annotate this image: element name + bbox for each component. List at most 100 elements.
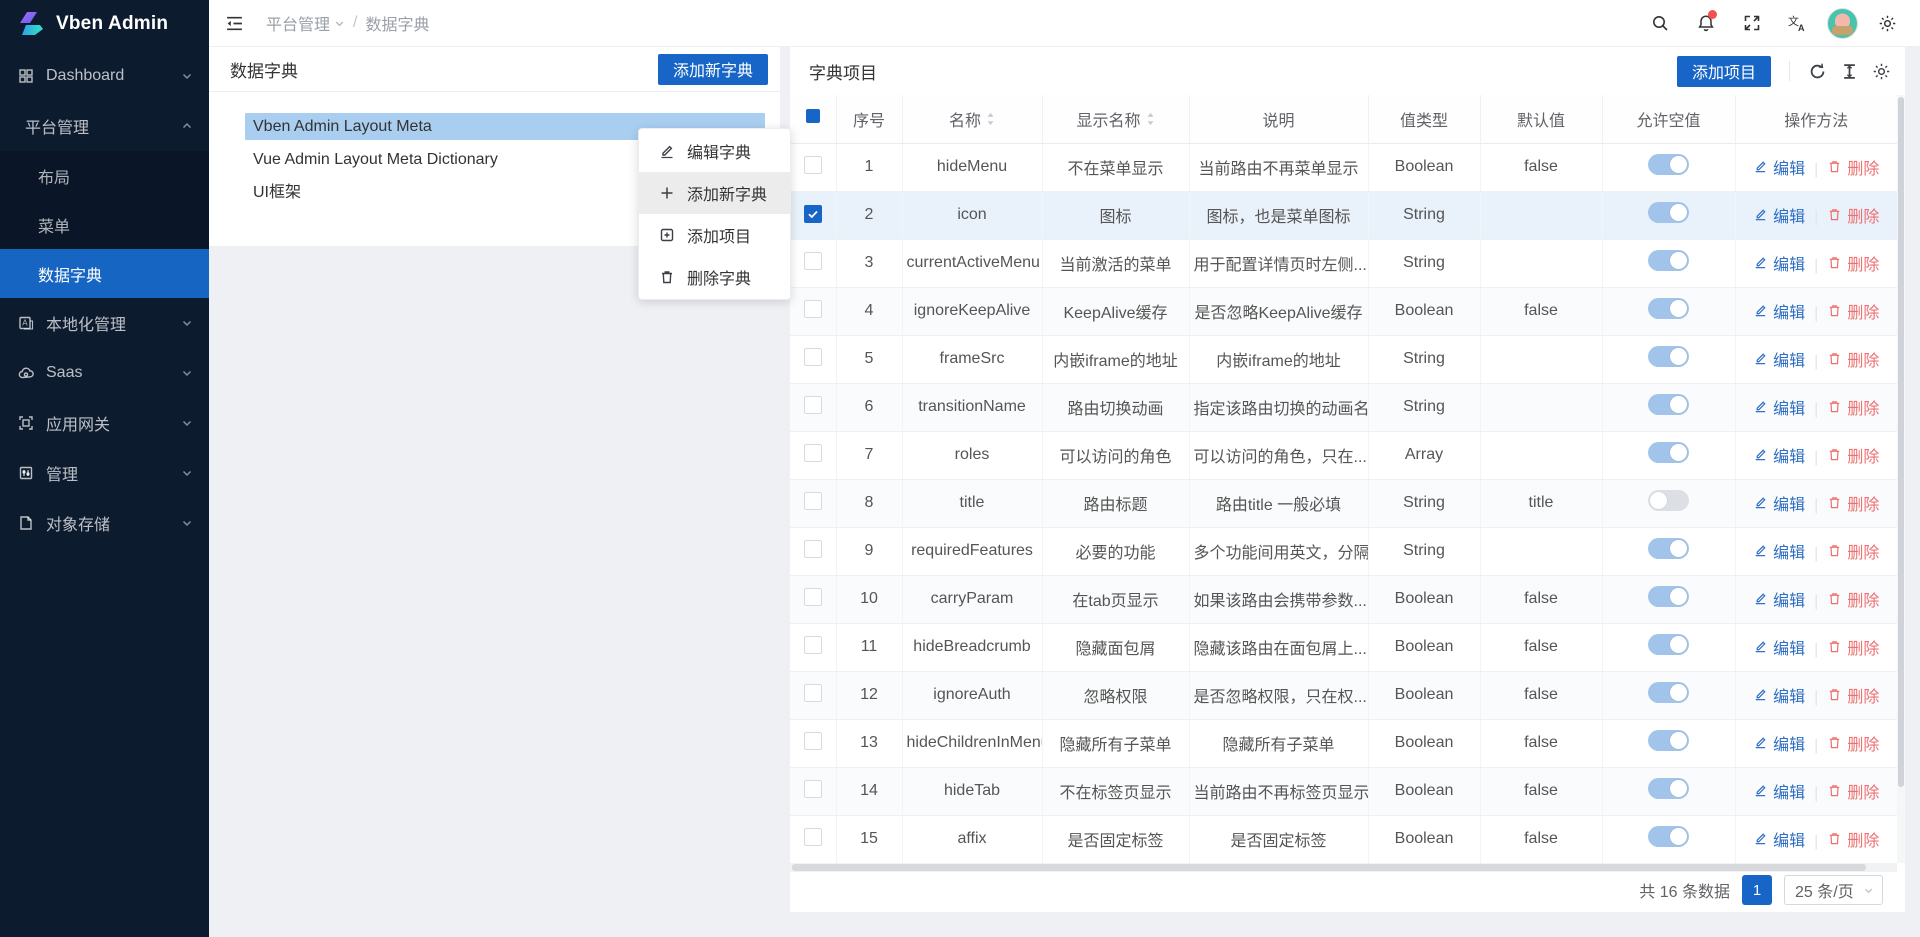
sidebar-item-menu-6[interactable]: 对象存储 bbox=[0, 498, 209, 548]
sort-icon[interactable] bbox=[1146, 112, 1155, 126]
delete-button[interactable]: 删除 bbox=[1827, 683, 1879, 707]
allow-null-toggle[interactable] bbox=[1648, 682, 1689, 703]
sidebar-item-menu-1[interactable]: 平台管理 bbox=[0, 101, 209, 151]
delete-button[interactable]: 删除 bbox=[1827, 347, 1879, 371]
delete-button[interactable]: 删除 bbox=[1827, 635, 1879, 659]
row-checkbox[interactable] bbox=[804, 156, 822, 174]
row-checkbox[interactable] bbox=[804, 252, 822, 270]
column-height-icon[interactable] bbox=[1841, 63, 1858, 80]
edit-button[interactable]: 编辑 bbox=[1753, 395, 1805, 419]
allow-null-toggle[interactable] bbox=[1648, 154, 1689, 175]
row-checkbox[interactable] bbox=[804, 396, 822, 414]
edit-button[interactable]: 编辑 bbox=[1753, 491, 1805, 515]
page-size-select[interactable]: 25 条/页 bbox=[1784, 875, 1883, 905]
row-checkbox[interactable] bbox=[804, 780, 822, 798]
add-item-button[interactable]: 添加项目 bbox=[1677, 56, 1771, 87]
delete-button[interactable]: 删除 bbox=[1827, 395, 1879, 419]
edit-button[interactable]: 编辑 bbox=[1753, 347, 1805, 371]
edit-button[interactable]: 编辑 bbox=[1753, 827, 1805, 851]
breadcrumb-item-platform[interactable]: 平台管理 bbox=[266, 11, 345, 35]
notification-bell-icon[interactable] bbox=[1689, 3, 1723, 43]
allow-null-toggle[interactable] bbox=[1648, 490, 1689, 511]
allow-null-toggle[interactable] bbox=[1648, 298, 1689, 319]
row-checkbox[interactable] bbox=[804, 636, 822, 654]
allow-null-toggle[interactable] bbox=[1648, 778, 1689, 799]
cell-name: affix bbox=[902, 815, 1042, 863]
allow-null-toggle[interactable] bbox=[1648, 394, 1689, 415]
delete-button[interactable]: 删除 bbox=[1827, 827, 1879, 851]
edit-button[interactable]: 编辑 bbox=[1753, 635, 1805, 659]
sidebar-item-menu-4[interactable]: 应用网关 bbox=[0, 398, 209, 448]
edit-button[interactable]: 编辑 bbox=[1753, 299, 1805, 323]
table-settings-icon[interactable] bbox=[1872, 62, 1891, 81]
allow-null-toggle[interactable] bbox=[1648, 826, 1689, 847]
row-checkbox[interactable] bbox=[804, 348, 822, 366]
sort-icon[interactable] bbox=[986, 112, 995, 126]
fullscreen-icon[interactable] bbox=[1735, 3, 1769, 43]
column-header-名称[interactable]: 名称 bbox=[902, 95, 1042, 143]
sidebar-subitem-布局[interactable]: 布局 bbox=[0, 151, 209, 200]
delete-button[interactable]: 删除 bbox=[1827, 587, 1879, 611]
allow-null-toggle[interactable] bbox=[1648, 634, 1689, 655]
sidebar-item-menu-5[interactable]: 管理 bbox=[0, 448, 209, 498]
sidebar-fold-icon[interactable] bbox=[225, 14, 244, 33]
allow-null-toggle[interactable] bbox=[1648, 730, 1689, 751]
edit-button[interactable]: 编辑 bbox=[1753, 779, 1805, 803]
context-menu-item-添加项目[interactable]: 添加项目 bbox=[639, 214, 790, 256]
allow-null-toggle[interactable] bbox=[1648, 586, 1689, 607]
delete-button[interactable]: 删除 bbox=[1827, 155, 1879, 179]
context-menu-item-编辑字典[interactable]: 编辑字典 bbox=[639, 130, 790, 172]
delete-button[interactable]: 删除 bbox=[1827, 539, 1879, 563]
add-dictionary-button[interactable]: 添加新字典 bbox=[658, 54, 768, 85]
translate-icon[interactable]: 文 A bbox=[1781, 3, 1815, 43]
allow-null-toggle[interactable] bbox=[1648, 346, 1689, 367]
row-checkbox[interactable] bbox=[804, 205, 822, 223]
edit-button[interactable]: 编辑 bbox=[1753, 683, 1805, 707]
user-avatar[interactable] bbox=[1827, 8, 1858, 39]
page-number-button[interactable]: 1 bbox=[1742, 875, 1772, 905]
row-checkbox[interactable] bbox=[804, 444, 822, 462]
edit-button[interactable]: 编辑 bbox=[1753, 203, 1805, 227]
edit-pencil-icon bbox=[1753, 495, 1768, 510]
settings-gear-icon[interactable] bbox=[1870, 3, 1904, 43]
refresh-icon[interactable] bbox=[1808, 62, 1827, 81]
app-logo[interactable]: Vben Admin bbox=[0, 0, 209, 47]
allow-null-toggle[interactable] bbox=[1648, 538, 1689, 559]
context-menu-item-删除字典[interactable]: 删除字典 bbox=[639, 256, 790, 298]
delete-button[interactable]: 删除 bbox=[1827, 443, 1879, 467]
sidebar-subitem-菜单[interactable]: 菜单 bbox=[0, 200, 209, 249]
breadcrumb-item-dict[interactable]: 数据字典 bbox=[365, 11, 429, 35]
table-horizontal-scrollbar[interactable] bbox=[790, 863, 1897, 872]
delete-button[interactable]: 删除 bbox=[1827, 491, 1879, 515]
context-menu-item-添加新字典[interactable]: 添加新字典 bbox=[639, 172, 790, 214]
allow-null-toggle[interactable] bbox=[1648, 442, 1689, 463]
delete-button[interactable]: 删除 bbox=[1827, 299, 1879, 323]
row-checkbox[interactable] bbox=[804, 588, 822, 606]
sidebar-item-menu-2[interactable]: A本地化管理 bbox=[0, 298, 209, 348]
row-checkbox[interactable] bbox=[804, 300, 822, 318]
sidebar-item-saas[interactable]: Saas bbox=[0, 348, 209, 398]
edit-button[interactable]: 编辑 bbox=[1753, 155, 1805, 179]
row-checkbox[interactable] bbox=[804, 828, 822, 846]
row-checkbox[interactable] bbox=[804, 732, 822, 750]
sidebar-subitem-数据字典[interactable]: 数据字典 bbox=[0, 249, 209, 298]
delete-button[interactable]: 删除 bbox=[1827, 731, 1879, 755]
edit-button[interactable]: 编辑 bbox=[1753, 587, 1805, 611]
sidebar-item-dashboard[interactable]: Dashboard bbox=[0, 51, 209, 101]
search-icon[interactable] bbox=[1643, 3, 1677, 43]
allow-null-toggle[interactable] bbox=[1648, 250, 1689, 271]
row-checkbox[interactable] bbox=[804, 492, 822, 510]
select-all-checkbox[interactable] bbox=[806, 109, 820, 123]
delete-button[interactable]: 删除 bbox=[1827, 251, 1879, 275]
edit-button[interactable]: 编辑 bbox=[1753, 539, 1805, 563]
row-checkbox[interactable] bbox=[804, 684, 822, 702]
row-checkbox[interactable] bbox=[804, 540, 822, 558]
edit-button[interactable]: 编辑 bbox=[1753, 731, 1805, 755]
edit-button[interactable]: 编辑 bbox=[1753, 251, 1805, 275]
allow-null-toggle[interactable] bbox=[1648, 202, 1689, 223]
table-vertical-scrollbar[interactable] bbox=[1897, 95, 1905, 863]
delete-button[interactable]: 删除 bbox=[1827, 203, 1879, 227]
edit-button[interactable]: 编辑 bbox=[1753, 443, 1805, 467]
delete-button[interactable]: 删除 bbox=[1827, 779, 1879, 803]
column-header-显示名称[interactable]: 显示名称 bbox=[1042, 95, 1189, 143]
